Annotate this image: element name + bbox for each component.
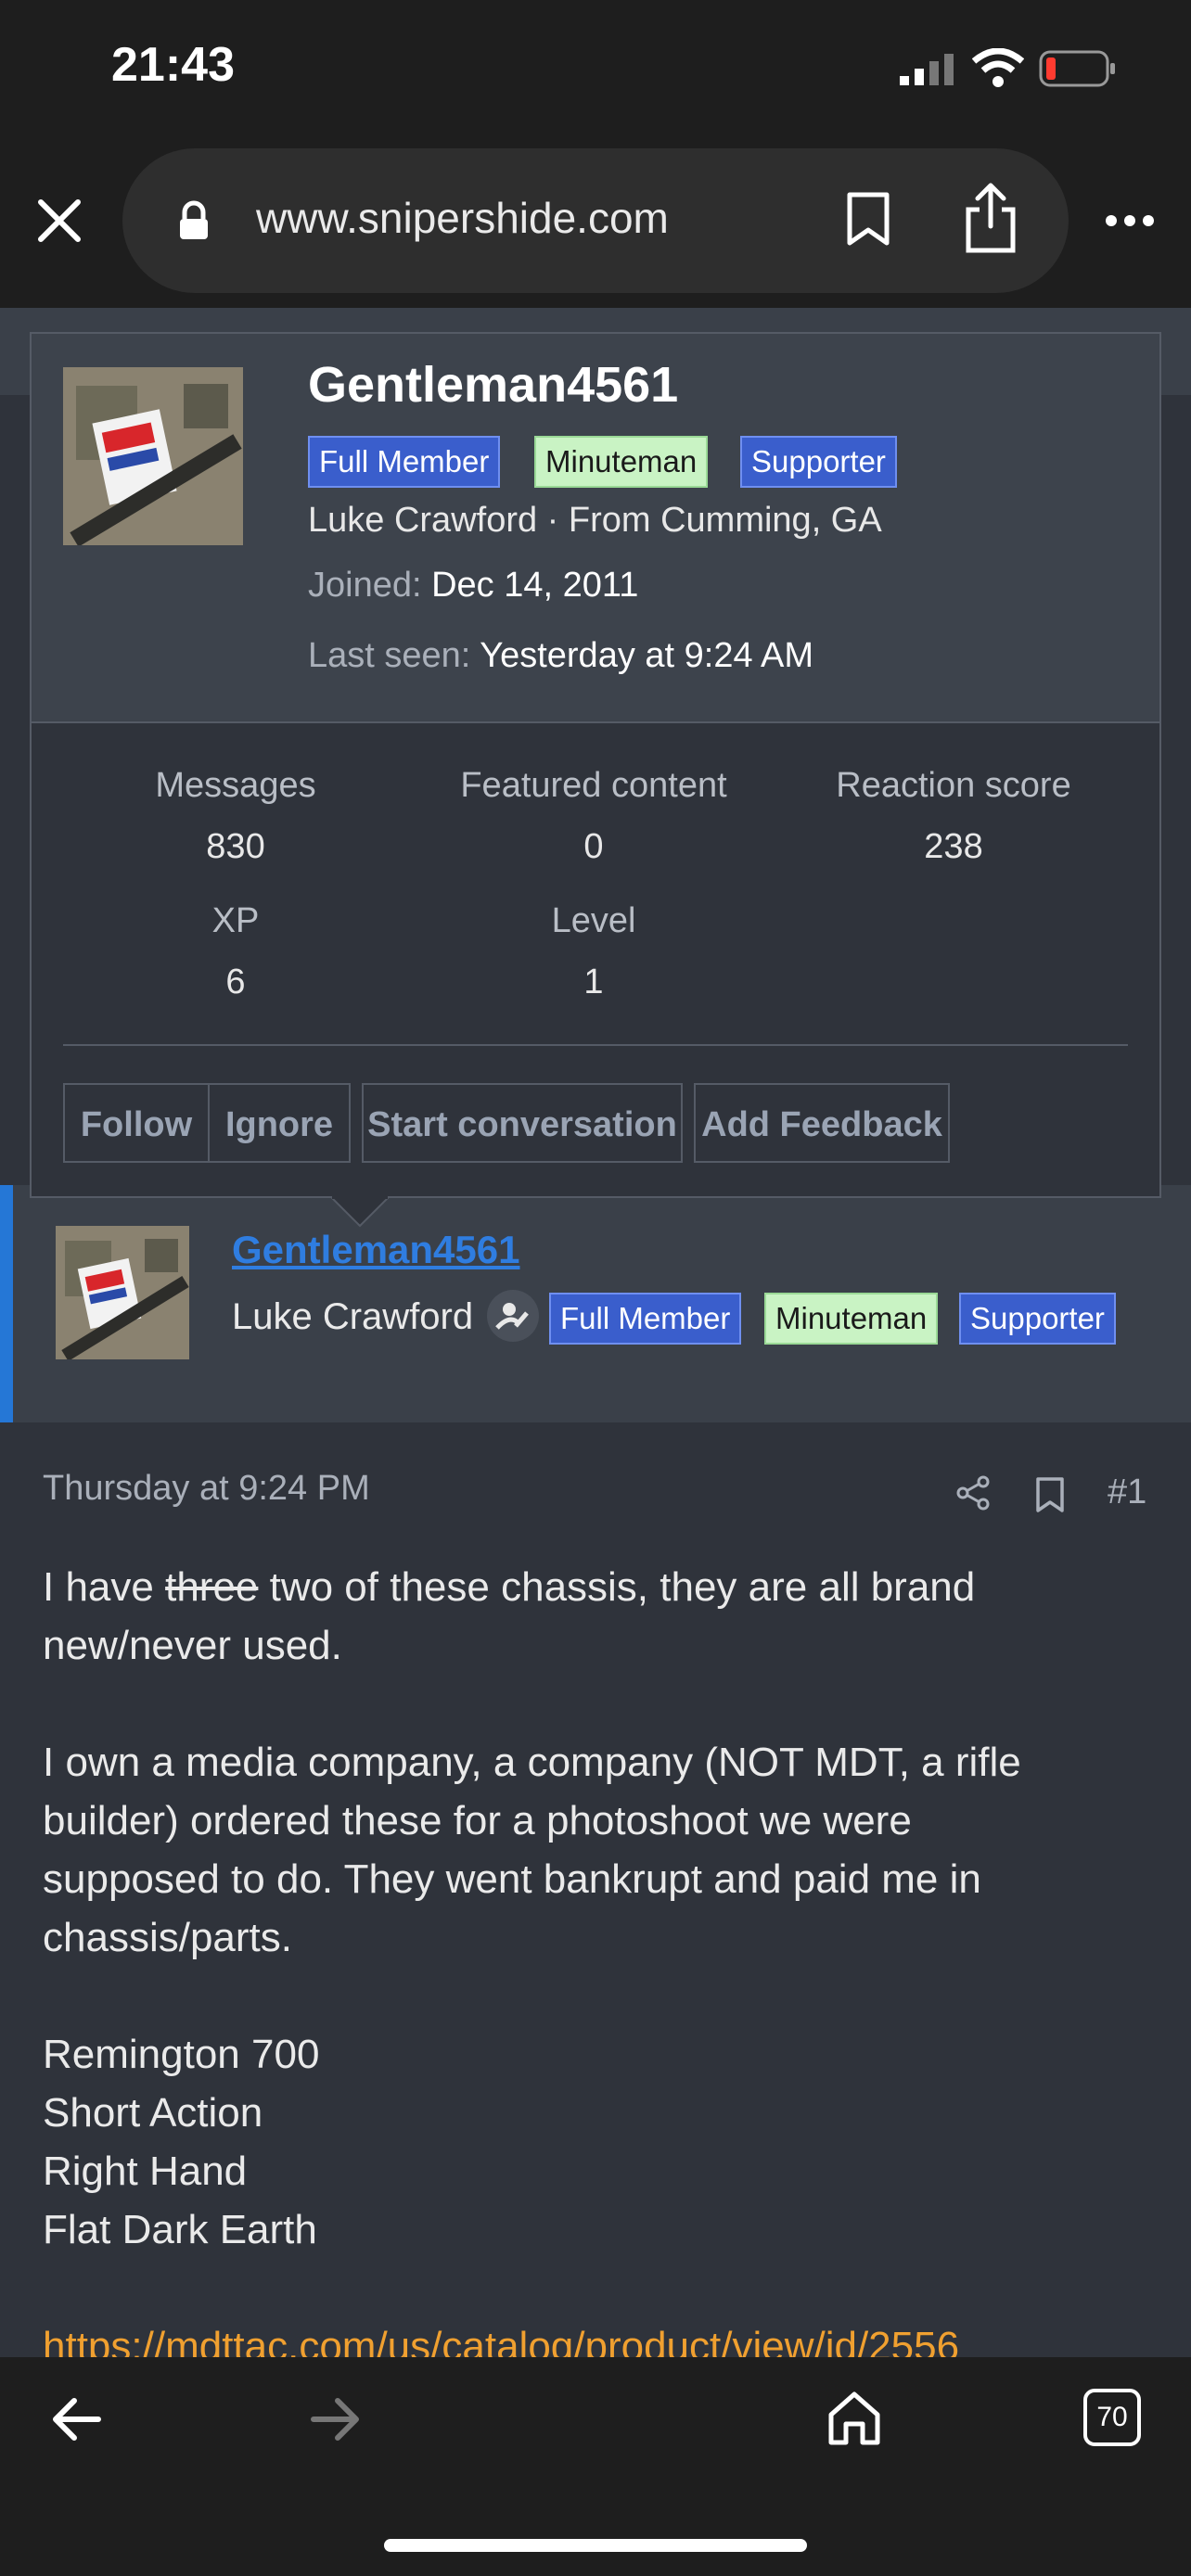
joined-value: Dec 14, 2011 (431, 566, 639, 605)
edit-user-icon[interactable] (486, 1289, 540, 1343)
last-seen-value: Yesterday at 9:24 AM (480, 636, 814, 675)
url-text[interactable]: www.snipershide.com (256, 193, 669, 243)
post-share-icon[interactable] (955, 1474, 992, 1511)
lock-icon (178, 200, 210, 241)
battery-icon (1039, 50, 1117, 87)
status-time: 21:43 (111, 38, 235, 92)
stat-reaction-value[interactable]: 238 (796, 827, 1111, 867)
stat-messages-value[interactable]: 830 (78, 827, 393, 867)
post-avatar[interactable] (56, 1226, 189, 1359)
signal-icon (900, 54, 959, 85)
home-icon[interactable] (826, 2389, 883, 2446)
spec-line: Remington 700 (43, 2032, 320, 2077)
last-seen-label: Last seen: (308, 636, 471, 675)
stat-xp-value: 6 (225, 963, 246, 1001)
spec-line: Right Hand (43, 2149, 248, 2194)
stat-reaction-label: Reaction score (836, 766, 1071, 805)
popup-username[interactable]: Gentleman4561 (308, 356, 678, 414)
forward-arrow-icon[interactable] (310, 2396, 362, 2442)
tab-count: 70 (1096, 2402, 1128, 2432)
more-icon[interactable] (1104, 211, 1156, 230)
home-indicator (384, 2539, 807, 2552)
stat-xp-label: XP (211, 901, 260, 940)
popup-divider (32, 721, 1159, 723)
tooltip-arrow (327, 1195, 392, 1228)
post-paragraph-2-line: builder) ordered these for a photoshoot … (43, 1798, 912, 1843)
tabs-icon[interactable]: 70 (1083, 2389, 1141, 2446)
wifi-icon (971, 47, 1025, 87)
follow-button[interactable]: Follow (63, 1083, 210, 1163)
add-feedback-button[interactable]: Add Feedback (694, 1083, 950, 1163)
stats-divider (63, 1044, 1128, 1046)
post-number[interactable]: #1 (1108, 1473, 1146, 1512)
post-real-name: Luke Crawford (232, 1296, 474, 1337)
spec-line: Flat Dark Earth (43, 2207, 317, 2252)
popup-blurb: Luke Crawford · From Cumming, GA (308, 501, 882, 540)
bookmark-icon[interactable] (844, 191, 892, 247)
stat-featured-label: Featured content (460, 766, 727, 805)
post-body: I have three two of these chassis, they … (43, 1558, 1156, 2376)
popup-badge-minuteman: Minuteman (534, 436, 709, 488)
post-date[interactable]: Thursday at 9:24 PM (43, 1469, 370, 1509)
post-accent-bar (0, 1185, 13, 1422)
post-paragraph-2-line: chassis/parts. (43, 1915, 292, 1960)
post-badge-minuteman: Minuteman (764, 1293, 939, 1345)
post-badge-supporter: Supporter (959, 1293, 1116, 1345)
share-icon[interactable] (963, 182, 1018, 254)
post-paragraph-2-line: supposed to do. They went bankrupt and p… (43, 1856, 981, 1902)
popup-badge-full-member: Full Member (308, 436, 501, 488)
spec-line: Short Action (43, 2090, 263, 2136)
post-paragraph-2-line: I own a media company, a company (NOT MD… (43, 1740, 1021, 1785)
stat-messages-label: Messages (155, 766, 316, 805)
stat-level-value: 1 (583, 963, 604, 1001)
post-username[interactable]: Gentleman4561 (232, 1228, 520, 1272)
post-paragraph-1-line-2: new/never used. (43, 1623, 342, 1668)
joined-row: Joined: Dec 14, 2011 (308, 566, 638, 606)
post-paragraph-1-line-1: I have three two of these chassis, they … (43, 1558, 1156, 1616)
popup-badge-supporter: Supporter (740, 436, 897, 488)
back-arrow-icon[interactable] (50, 2396, 102, 2442)
post-p1-start: I have (43, 1564, 166, 1610)
joined-label: Joined: (308, 566, 422, 605)
post-p1-end: two of these chassis, they are all brand (258, 1564, 976, 1610)
close-icon[interactable] (35, 197, 83, 245)
stat-level-label: Level (551, 901, 636, 940)
post-badge-full-member: Full Member (549, 1293, 742, 1345)
popup-avatar[interactable] (63, 367, 243, 545)
start-conversation-button[interactable]: Start conversation (362, 1083, 683, 1163)
post-strikethrough: three (165, 1564, 259, 1610)
stat-featured-value[interactable]: 0 (436, 827, 751, 867)
last-seen-row: Last seen: Yesterday at 9:24 AM (308, 636, 813, 676)
post-bookmark-icon[interactable] (1035, 1476, 1065, 1513)
ignore-button[interactable]: Ignore (208, 1083, 351, 1163)
